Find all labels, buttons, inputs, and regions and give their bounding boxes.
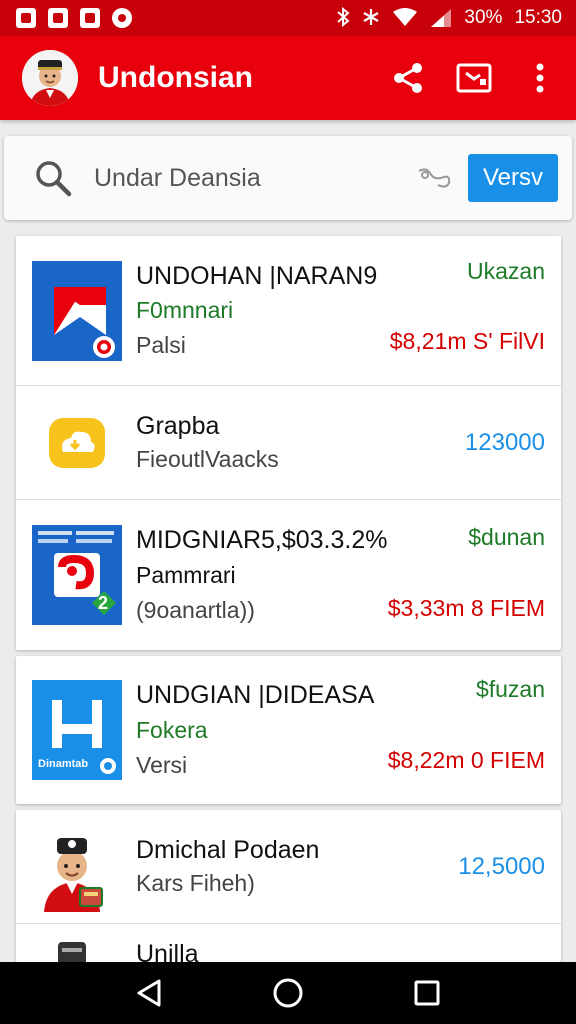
item-count: 12,5000	[458, 852, 545, 880]
item-title: Unilla	[136, 940, 199, 962]
item-thumbnail	[32, 260, 122, 361]
item-badge: 2	[98, 593, 109, 613]
list-item[interactable]: Dmichal Podaen Kars Fiheh) 12,5000	[16, 810, 561, 924]
status-system: 30% 15:30	[336, 6, 562, 30]
share-button[interactable]	[388, 58, 428, 98]
more-vert-icon	[536, 63, 544, 93]
app-title: Undonsian	[98, 61, 253, 94]
item-thumbnail	[32, 822, 122, 912]
wifi-icon	[392, 7, 418, 30]
item-category: Fokera	[136, 716, 208, 743]
list-item[interactable]: UNDOHAN |NARAN9 F0mnnari Palsi Ukazan $8…	[16, 236, 561, 386]
gallery-icon	[16, 8, 36, 28]
item-category: Pammrari	[136, 561, 236, 588]
more-options-button[interactable]	[520, 58, 560, 98]
item-tag: $fuzan	[475, 676, 545, 702]
back-icon	[137, 979, 161, 1007]
cast-button[interactable]	[454, 58, 494, 98]
list-item[interactable]: Grapba FieoutlVaacks 123000	[16, 386, 561, 500]
item-price: $8,21m S' FilVI	[389, 328, 545, 354]
item-thumbnail	[32, 413, 122, 473]
item-thumbnail	[32, 938, 122, 962]
status-notifications	[16, 8, 132, 28]
share-icon	[394, 63, 422, 93]
item-price: $8,22m 0 FIEM	[387, 747, 545, 773]
recents-icon	[414, 980, 440, 1006]
clock: 15:30	[514, 7, 562, 28]
item-category: F0mnnari	[136, 297, 234, 324]
results-list-group-2: Dinamtab UNDGIAN |DIDEASA Fokera Versi $…	[16, 656, 561, 804]
home-icon	[273, 978, 303, 1008]
results-list-group-3: Dmichal Podaen Kars Fiheh) 12,5000 Unill…	[16, 810, 561, 962]
list-item[interactable]: Unilla	[16, 924, 561, 962]
cast-icon	[456, 63, 492, 93]
search-button[interactable]: Versv	[468, 154, 558, 202]
status-bar: 30% 15:30	[0, 0, 576, 36]
item-count: 123000	[464, 428, 545, 456]
list-item[interactable]: Dinamtab UNDGIAN |DIDEASA Fokera Versi $…	[16, 656, 561, 804]
search-input[interactable]	[94, 163, 416, 193]
mail-icon	[48, 8, 68, 28]
item-tag: Ukazan	[467, 258, 545, 284]
item-price: $3,33m 8 FIEM	[387, 595, 545, 621]
asterisk-icon	[362, 8, 380, 29]
search-bar: Versv	[4, 136, 572, 220]
item-text: Unilla	[136, 938, 561, 962]
item-tag: $dunan	[468, 524, 545, 550]
item-thumbnail: Dinamtab	[32, 680, 122, 780]
avatar[interactable]	[22, 50, 78, 106]
search-icon	[34, 158, 72, 198]
app-bar: Undonsian	[0, 36, 576, 120]
voice-search-icon[interactable]	[416, 158, 452, 198]
navigation-bar	[0, 962, 576, 1024]
item-thumbnail: 2	[32, 525, 122, 625]
results-list-group-1: UNDOHAN |NARAN9 F0mnnari Palsi Ukazan $8…	[16, 236, 561, 650]
bluetooth-icon	[336, 6, 350, 30]
back-button[interactable]	[129, 973, 169, 1013]
home-button[interactable]	[268, 973, 308, 1013]
alarm-icon	[112, 8, 132, 28]
item-caption: Dinamtab	[38, 758, 89, 770]
battery-text: 30%	[464, 7, 503, 28]
wallet-icon	[80, 8, 100, 28]
app-bar-actions	[388, 58, 560, 98]
recents-button[interactable]	[407, 973, 447, 1013]
list-item[interactable]: 2 MIDGNIAR5,$03.3.2% Pammrari (9oanartla…	[16, 500, 561, 650]
signal-icon	[430, 8, 452, 28]
